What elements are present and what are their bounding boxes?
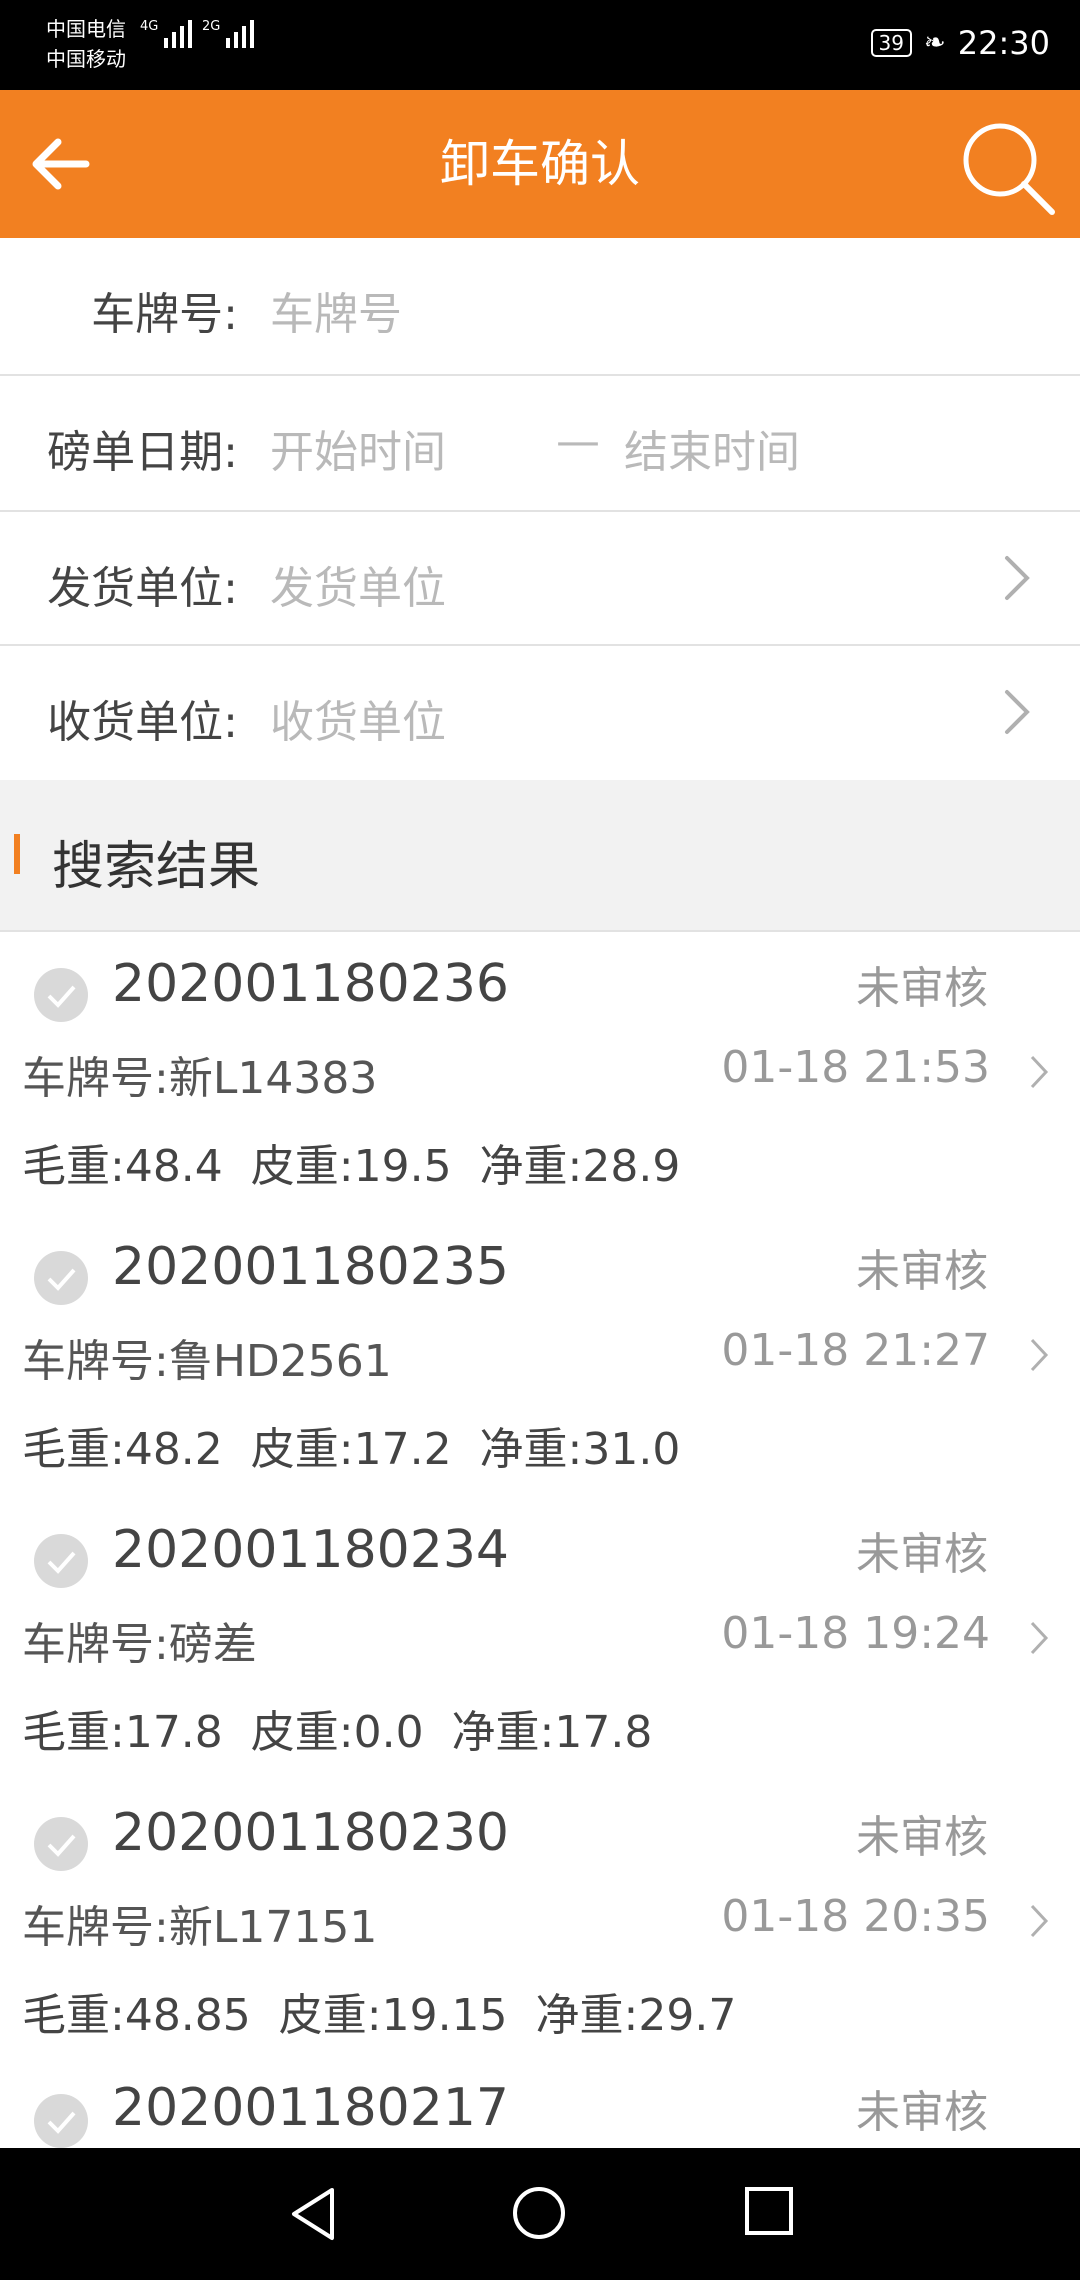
- record-id: 202001180236: [112, 954, 510, 1014]
- sender-filter-row[interactable]: 发货单位: 发货单位: [0, 512, 1080, 646]
- app-header: 卸车确认: [0, 90, 1080, 238]
- battery-icon: 39: [870, 29, 912, 57]
- check-icon[interactable]: [34, 1251, 88, 1305]
- chevron-right-icon: [1005, 690, 1030, 734]
- date-label: 磅单日期:: [47, 427, 238, 478]
- record-id: 202001180234: [112, 1520, 510, 1580]
- network-type-1: 4G: [140, 19, 159, 34]
- plate-label: 车牌号:: [91, 289, 238, 340]
- carrier-1: 中国电信: [46, 17, 126, 41]
- date-separator: —: [556, 416, 600, 467]
- record-plate: 车牌号:新L14383: [22, 1053, 378, 1104]
- record-id: 202001180217: [112, 2078, 510, 2138]
- record-time: 01-18 20:35: [721, 1891, 990, 1942]
- status-badge: 未审核: [856, 963, 988, 1014]
- check-icon[interactable]: [34, 968, 88, 1022]
- status-badge: 未审核: [856, 1246, 988, 1297]
- date-filter-row: 磅单日期: 开始时间 — 结束时间: [0, 376, 1080, 512]
- receiver-filter-row[interactable]: 收货单位: 收货单位: [0, 646, 1080, 778]
- nav-back-icon[interactable]: [286, 2184, 340, 2244]
- record-weights: 毛重:48.4 皮重:19.5 净重:28.9: [22, 1141, 681, 1192]
- leaf-icon: ❧: [923, 28, 946, 58]
- receiver-input[interactable]: 收货单位: [270, 686, 446, 750]
- plate-input[interactable]: 车牌号: [270, 278, 402, 342]
- chevron-right-icon: [1030, 1338, 1049, 1372]
- nav-home-icon[interactable]: [512, 2186, 566, 2240]
- record-id: 202001180230: [112, 1803, 510, 1863]
- check-icon[interactable]: [34, 2094, 88, 2148]
- nav-recents-icon[interactable]: [744, 2186, 794, 2236]
- chevron-right-icon: [1030, 1055, 1049, 1089]
- network-type-2: 2G: [202, 19, 221, 34]
- clock: 22:30: [957, 24, 1050, 62]
- status-badge: 未审核: [856, 2087, 988, 2138]
- chevron-right-icon: [1030, 1904, 1049, 1938]
- record-id: 202001180235: [112, 1237, 510, 1297]
- list-item[interactable]: 202001180234 未审核 车牌号:磅差 01-18 19:24 毛重:1…: [0, 1498, 1080, 1783]
- record-weights: 毛重:17.8 皮重:0.0 净重:17.8: [22, 1707, 653, 1758]
- status-badge: 未审核: [856, 1812, 988, 1863]
- record-weights: 毛重:48.2 皮重:17.2 净重:31.0: [22, 1424, 681, 1475]
- record-time: 01-18 19:24: [721, 1608, 990, 1659]
- list-item[interactable]: 202001180236 未审核 车牌号:新L14383 01-18 21:53…: [0, 932, 1080, 1217]
- signal-2-icon: 2G: [202, 19, 255, 48]
- record-plate: 车牌号:鲁HD2561: [22, 1336, 392, 1387]
- record-time: 01-18 21:53: [721, 1042, 990, 1093]
- search-icon[interactable]: [958, 118, 1058, 218]
- list-item[interactable]: 202001180217 未审核: [0, 2064, 1080, 2148]
- carrier-2: 中国移动: [46, 47, 126, 71]
- status-right: 39 ❧ 22:30: [870, 24, 1050, 62]
- start-date-input[interactable]: 开始时间: [270, 416, 446, 480]
- sender-label: 发货单位:: [47, 563, 238, 614]
- plate-filter-row[interactable]: 车牌号: 车牌号: [0, 238, 1080, 376]
- check-icon[interactable]: [34, 1817, 88, 1871]
- record-plate: 车牌号:磅差: [22, 1619, 257, 1670]
- sender-input[interactable]: 发货单位: [270, 552, 446, 616]
- chevron-right-icon: [1030, 1621, 1049, 1655]
- system-nav-bar: [0, 2148, 1080, 2280]
- page-title: 卸车确认: [440, 135, 640, 193]
- carrier-names: 中国电信 中国移动: [46, 14, 126, 74]
- record-time: 01-18 21:27: [721, 1325, 990, 1376]
- check-icon[interactable]: [34, 1534, 88, 1588]
- record-weights: 毛重:48.85 皮重:19.15 净重:29.7: [22, 1990, 737, 2041]
- chevron-right-icon: [1005, 556, 1030, 600]
- section-accent: [14, 834, 20, 874]
- results-header: 搜索结果: [0, 780, 1080, 1680]
- status-badge: 未审核: [856, 1529, 988, 1580]
- list-item[interactable]: 202001180230 未审核 车牌号:新L17151 01-18 20:35…: [0, 1781, 1080, 2066]
- end-date-input[interactable]: 结束时间: [624, 416, 800, 480]
- list-item[interactable]: 202001180235 未审核 车牌号:鲁HD2561 01-18 21:27…: [0, 1215, 1080, 1500]
- record-plate: 车牌号:新L17151: [22, 1902, 378, 1953]
- receiver-label: 收货单位:: [47, 697, 238, 748]
- signal-1-icon: 4G: [140, 19, 193, 48]
- status-bar: 中国电信 中国移动 4G 2G 39 ❧ 22:30: [0, 0, 1080, 90]
- results-title: 搜索结果: [52, 837, 261, 897]
